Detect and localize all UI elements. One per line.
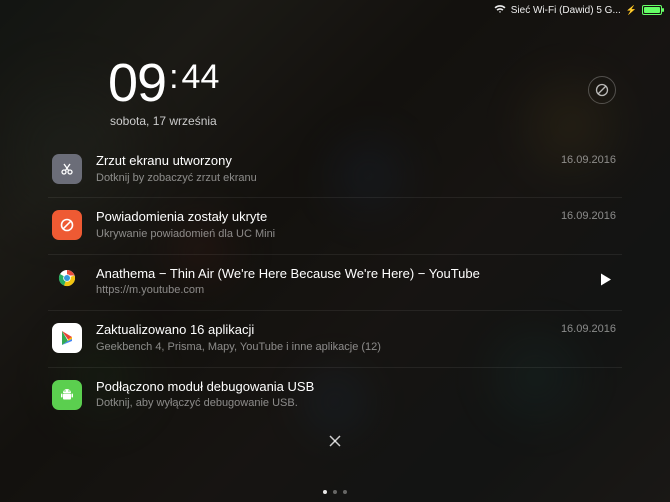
- android-icon: [52, 380, 82, 410]
- chrome-icon: [52, 265, 82, 287]
- notification-title: Powiadomienia zostały ukryte: [96, 208, 618, 226]
- battery-icon: [642, 5, 662, 15]
- clock-minutes: 44: [182, 60, 220, 94]
- playstore-icon: [52, 323, 82, 353]
- notification-title: Podłączono moduł debugowania USB: [96, 378, 618, 396]
- notification-item[interactable]: Anathema − Thin Air (We're Here Because …: [48, 255, 622, 311]
- notification-subtitle: Dotknij, aby wyłączyć debugowanie USB.: [96, 396, 618, 411]
- notification-item[interactable]: Podłączono moduł debugowania USB Dotknij…: [48, 368, 622, 423]
- notification-date: 16.09.2016: [561, 154, 616, 166]
- notification-date: 16.09.2016: [561, 323, 616, 335]
- notification-list: Zrzut ekranu utworzony Dotknij by zobacz…: [0, 142, 670, 423]
- date-label: sobota, 17 września: [0, 114, 670, 128]
- do-not-disturb-button[interactable]: [588, 76, 616, 104]
- notification-subtitle: Dotknij by zobaczyć zrzut ekranu: [96, 171, 618, 186]
- charging-icon: ⚡: [626, 5, 637, 16]
- wifi-icon: [494, 4, 506, 17]
- notification-subtitle: https://m.youtube.com: [96, 283, 618, 298]
- clear-all-button[interactable]: [325, 431, 345, 456]
- wifi-label: Sieć Wi-Fi (Dawid) 5 G...: [511, 5, 621, 16]
- notification-subtitle: Geekbench 4, Prisma, Mapy, YouTube i inn…: [96, 340, 618, 355]
- page-indicator[interactable]: [323, 490, 347, 494]
- notification-date: 16.09.2016: [561, 210, 616, 222]
- notification-subtitle: Ukrywanie powiadomień dla UC Mini: [96, 227, 618, 242]
- block-icon: [52, 210, 82, 240]
- clock-hours: 09: [108, 56, 166, 110]
- notification-item[interactable]: Powiadomienia zostały ukryte Ukrywanie p…: [48, 198, 622, 254]
- notification-item[interactable]: Zaktualizowano 16 aplikacji Geekbench 4,…: [48, 311, 622, 367]
- play-button[interactable]: [600, 273, 612, 292]
- clock: 09 : 44: [108, 56, 219, 110]
- notification-title: Anathema − Thin Air (We're Here Because …: [96, 265, 618, 283]
- notification-item[interactable]: Zrzut ekranu utworzony Dotknij by zobacz…: [48, 142, 622, 198]
- status-bar: Sieć Wi-Fi (Dawid) 5 G... ⚡: [0, 0, 670, 18]
- scissors-icon: [52, 154, 82, 184]
- notification-title: Zaktualizowano 16 aplikacji: [96, 321, 618, 339]
- notification-title: Zrzut ekranu utworzony: [96, 152, 618, 170]
